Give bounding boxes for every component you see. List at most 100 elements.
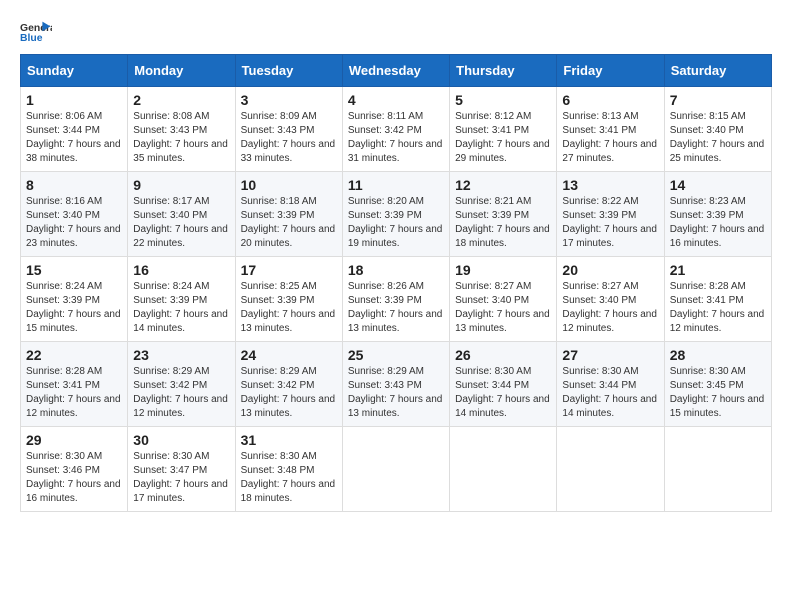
calendar-week-row: 22 Sunrise: 8:28 AMSunset: 3:41 PMDaylig… bbox=[21, 342, 772, 427]
calendar-cell bbox=[450, 427, 557, 512]
calendar-day-header: Wednesday bbox=[342, 55, 449, 87]
cell-text: Sunrise: 8:29 AMSunset: 3:42 PMDaylight:… bbox=[133, 366, 228, 419]
calendar-cell: 4 Sunrise: 8:11 AMSunset: 3:42 PMDayligh… bbox=[342, 87, 449, 172]
day-number: 13 bbox=[562, 177, 658, 193]
day-number: 9 bbox=[133, 177, 229, 193]
calendar-week-row: 1 Sunrise: 8:06 AMSunset: 3:44 PMDayligh… bbox=[21, 87, 772, 172]
day-number: 16 bbox=[133, 262, 229, 278]
cell-text: Sunrise: 8:28 AMSunset: 3:41 PMDaylight:… bbox=[670, 281, 765, 334]
calendar-day-header: Sunday bbox=[21, 55, 128, 87]
cell-text: Sunrise: 8:17 AMSunset: 3:40 PMDaylight:… bbox=[133, 196, 228, 249]
day-number: 7 bbox=[670, 92, 766, 108]
cell-text: Sunrise: 8:13 AMSunset: 3:41 PMDaylight:… bbox=[562, 111, 657, 164]
cell-text: Sunrise: 8:11 AMSunset: 3:42 PMDaylight:… bbox=[348, 111, 443, 164]
calendar-cell: 15 Sunrise: 8:24 AMSunset: 3:39 PMDaylig… bbox=[21, 257, 128, 342]
cell-text: Sunrise: 8:29 AMSunset: 3:43 PMDaylight:… bbox=[348, 366, 443, 419]
day-number: 22 bbox=[26, 347, 122, 363]
day-number: 18 bbox=[348, 262, 444, 278]
day-number: 24 bbox=[241, 347, 337, 363]
calendar-day-header: Thursday bbox=[450, 55, 557, 87]
day-number: 20 bbox=[562, 262, 658, 278]
day-number: 17 bbox=[241, 262, 337, 278]
day-number: 26 bbox=[455, 347, 551, 363]
day-number: 21 bbox=[670, 262, 766, 278]
day-number: 15 bbox=[26, 262, 122, 278]
day-number: 28 bbox=[670, 347, 766, 363]
day-number: 1 bbox=[26, 92, 122, 108]
calendar-cell: 23 Sunrise: 8:29 AMSunset: 3:42 PMDaylig… bbox=[128, 342, 235, 427]
day-number: 6 bbox=[562, 92, 658, 108]
cell-text: Sunrise: 8:06 AMSunset: 3:44 PMDaylight:… bbox=[26, 111, 121, 164]
cell-text: Sunrise: 8:25 AMSunset: 3:39 PMDaylight:… bbox=[241, 281, 336, 334]
calendar-cell: 3 Sunrise: 8:09 AMSunset: 3:43 PMDayligh… bbox=[235, 87, 342, 172]
calendar-cell: 21 Sunrise: 8:28 AMSunset: 3:41 PMDaylig… bbox=[664, 257, 771, 342]
calendar-cell: 13 Sunrise: 8:22 AMSunset: 3:39 PMDaylig… bbox=[557, 172, 664, 257]
calendar-day-header: Tuesday bbox=[235, 55, 342, 87]
cell-text: Sunrise: 8:09 AMSunset: 3:43 PMDaylight:… bbox=[241, 111, 336, 164]
day-number: 11 bbox=[348, 177, 444, 193]
calendar-cell: 22 Sunrise: 8:28 AMSunset: 3:41 PMDaylig… bbox=[21, 342, 128, 427]
day-number: 3 bbox=[241, 92, 337, 108]
cell-text: Sunrise: 8:20 AMSunset: 3:39 PMDaylight:… bbox=[348, 196, 443, 249]
day-number: 2 bbox=[133, 92, 229, 108]
cell-text: Sunrise: 8:21 AMSunset: 3:39 PMDaylight:… bbox=[455, 196, 550, 249]
cell-text: Sunrise: 8:24 AMSunset: 3:39 PMDaylight:… bbox=[26, 281, 121, 334]
cell-text: Sunrise: 8:23 AMSunset: 3:39 PMDaylight:… bbox=[670, 196, 765, 249]
logo: General Blue bbox=[20, 20, 52, 44]
calendar-cell: 26 Sunrise: 8:30 AMSunset: 3:44 PMDaylig… bbox=[450, 342, 557, 427]
day-number: 31 bbox=[241, 432, 337, 448]
calendar-cell: 14 Sunrise: 8:23 AMSunset: 3:39 PMDaylig… bbox=[664, 172, 771, 257]
day-number: 8 bbox=[26, 177, 122, 193]
cell-text: Sunrise: 8:27 AMSunset: 3:40 PMDaylight:… bbox=[455, 281, 550, 334]
day-number: 29 bbox=[26, 432, 122, 448]
cell-text: Sunrise: 8:28 AMSunset: 3:41 PMDaylight:… bbox=[26, 366, 121, 419]
day-number: 25 bbox=[348, 347, 444, 363]
calendar-day-header: Saturday bbox=[664, 55, 771, 87]
calendar-cell: 31 Sunrise: 8:30 AMSunset: 3:48 PMDaylig… bbox=[235, 427, 342, 512]
svg-text:Blue: Blue bbox=[20, 33, 43, 44]
calendar-cell bbox=[557, 427, 664, 512]
calendar-week-row: 29 Sunrise: 8:30 AMSunset: 3:46 PMDaylig… bbox=[21, 427, 772, 512]
calendar-cell: 28 Sunrise: 8:30 AMSunset: 3:45 PMDaylig… bbox=[664, 342, 771, 427]
cell-text: Sunrise: 8:30 AMSunset: 3:44 PMDaylight:… bbox=[562, 366, 657, 419]
calendar-week-row: 8 Sunrise: 8:16 AMSunset: 3:40 PMDayligh… bbox=[21, 172, 772, 257]
cell-text: Sunrise: 8:29 AMSunset: 3:42 PMDaylight:… bbox=[241, 366, 336, 419]
calendar-cell: 27 Sunrise: 8:30 AMSunset: 3:44 PMDaylig… bbox=[557, 342, 664, 427]
cell-text: Sunrise: 8:22 AMSunset: 3:39 PMDaylight:… bbox=[562, 196, 657, 249]
calendar-cell: 7 Sunrise: 8:15 AMSunset: 3:40 PMDayligh… bbox=[664, 87, 771, 172]
cell-text: Sunrise: 8:16 AMSunset: 3:40 PMDaylight:… bbox=[26, 196, 121, 249]
calendar-week-row: 15 Sunrise: 8:24 AMSunset: 3:39 PMDaylig… bbox=[21, 257, 772, 342]
cell-text: Sunrise: 8:30 AMSunset: 3:47 PMDaylight:… bbox=[133, 451, 228, 504]
calendar-cell: 29 Sunrise: 8:30 AMSunset: 3:46 PMDaylig… bbox=[21, 427, 128, 512]
cell-text: Sunrise: 8:30 AMSunset: 3:48 PMDaylight:… bbox=[241, 451, 336, 504]
cell-text: Sunrise: 8:15 AMSunset: 3:40 PMDaylight:… bbox=[670, 111, 765, 164]
cell-text: Sunrise: 8:24 AMSunset: 3:39 PMDaylight:… bbox=[133, 281, 228, 334]
calendar-day-header: Monday bbox=[128, 55, 235, 87]
cell-text: Sunrise: 8:18 AMSunset: 3:39 PMDaylight:… bbox=[241, 196, 336, 249]
calendar-cell: 12 Sunrise: 8:21 AMSunset: 3:39 PMDaylig… bbox=[450, 172, 557, 257]
calendar-cell: 16 Sunrise: 8:24 AMSunset: 3:39 PMDaylig… bbox=[128, 257, 235, 342]
calendar-cell: 5 Sunrise: 8:12 AMSunset: 3:41 PMDayligh… bbox=[450, 87, 557, 172]
calendar-cell: 30 Sunrise: 8:30 AMSunset: 3:47 PMDaylig… bbox=[128, 427, 235, 512]
day-number: 30 bbox=[133, 432, 229, 448]
calendar-cell: 25 Sunrise: 8:29 AMSunset: 3:43 PMDaylig… bbox=[342, 342, 449, 427]
calendar-cell: 9 Sunrise: 8:17 AMSunset: 3:40 PMDayligh… bbox=[128, 172, 235, 257]
day-number: 12 bbox=[455, 177, 551, 193]
cell-text: Sunrise: 8:30 AMSunset: 3:46 PMDaylight:… bbox=[26, 451, 121, 504]
day-number: 10 bbox=[241, 177, 337, 193]
calendar-cell: 17 Sunrise: 8:25 AMSunset: 3:39 PMDaylig… bbox=[235, 257, 342, 342]
logo-icon: General Blue bbox=[20, 20, 52, 44]
calendar-cell bbox=[664, 427, 771, 512]
day-number: 27 bbox=[562, 347, 658, 363]
cell-text: Sunrise: 8:26 AMSunset: 3:39 PMDaylight:… bbox=[348, 281, 443, 334]
day-number: 5 bbox=[455, 92, 551, 108]
calendar-cell bbox=[342, 427, 449, 512]
cell-text: Sunrise: 8:30 AMSunset: 3:45 PMDaylight:… bbox=[670, 366, 765, 419]
calendar-cell: 10 Sunrise: 8:18 AMSunset: 3:39 PMDaylig… bbox=[235, 172, 342, 257]
calendar-header-row: SundayMondayTuesdayWednesdayThursdayFrid… bbox=[21, 55, 772, 87]
page-header: General Blue bbox=[20, 20, 772, 44]
calendar-cell: 8 Sunrise: 8:16 AMSunset: 3:40 PMDayligh… bbox=[21, 172, 128, 257]
calendar-day-header: Friday bbox=[557, 55, 664, 87]
calendar-table: SundayMondayTuesdayWednesdayThursdayFrid… bbox=[20, 54, 772, 512]
cell-text: Sunrise: 8:27 AMSunset: 3:40 PMDaylight:… bbox=[562, 281, 657, 334]
